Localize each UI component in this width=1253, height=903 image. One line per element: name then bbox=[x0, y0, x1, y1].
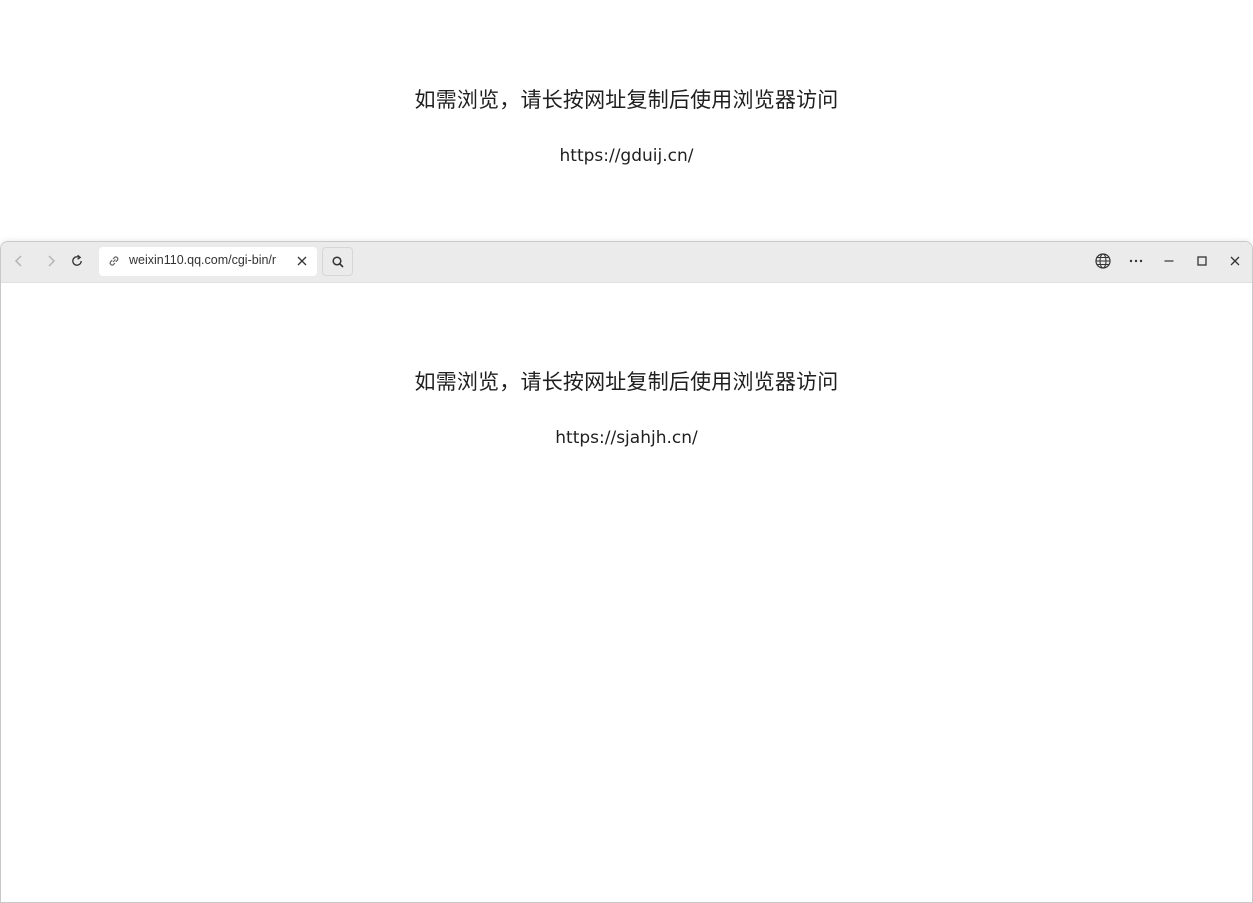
translate-button[interactable] bbox=[1089, 247, 1117, 275]
close-icon[interactable] bbox=[295, 254, 309, 268]
background-url: https://gduij.cn/ bbox=[559, 146, 694, 166]
address-input[interactable]: weixin110.qq.com/cgi-bin/r bbox=[129, 253, 285, 271]
minimize-button[interactable] bbox=[1155, 247, 1183, 275]
back-button[interactable] bbox=[5, 247, 33, 275]
forward-button[interactable] bbox=[37, 247, 65, 275]
minimize-icon bbox=[1164, 260, 1174, 262]
content-url: https://sjahjh.cn/ bbox=[555, 428, 698, 448]
close-icon bbox=[1230, 256, 1240, 266]
reload-icon bbox=[72, 254, 82, 266]
back-arrow-icon bbox=[14, 255, 22, 267]
link-icon bbox=[109, 256, 119, 266]
reload-button[interactable] bbox=[63, 247, 91, 275]
search-button[interactable] bbox=[322, 247, 353, 276]
maximize-button[interactable] bbox=[1188, 247, 1216, 275]
background-message: 如需浏览，请长按网址复制后使用浏览器访问 bbox=[414, 88, 839, 112]
close-window-button[interactable] bbox=[1221, 247, 1249, 275]
more-icon bbox=[1129, 259, 1143, 263]
search-icon bbox=[331, 255, 344, 268]
browser-window: weixin110.qq.com/cgi-bin/r 如需浏览，请长按网址复制后… bbox=[0, 241, 1253, 903]
browser-toolbar: weixin110.qq.com/cgi-bin/r bbox=[1, 242, 1252, 283]
more-button[interactable] bbox=[1122, 247, 1150, 275]
address-bar[interactable]: weixin110.qq.com/cgi-bin/r bbox=[99, 247, 317, 276]
maximize-icon bbox=[1197, 256, 1207, 266]
forward-arrow-icon bbox=[48, 255, 56, 267]
globe-icon bbox=[1095, 253, 1111, 269]
background-page: 如需浏览，请长按网址复制后使用浏览器访问 https://gduij.cn/ bbox=[0, 0, 1253, 241]
content-message: 如需浏览，请长按网址复制后使用浏览器访问 bbox=[414, 370, 839, 394]
